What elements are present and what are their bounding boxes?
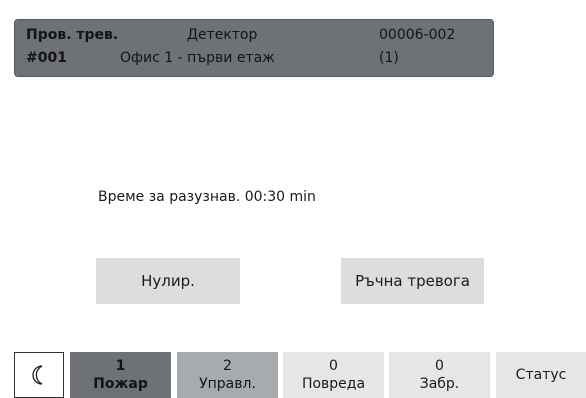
tab-disabled[interactable]: 0 Забр. — [389, 352, 490, 398]
tab-fault-label: Повреда — [301, 376, 366, 392]
tab-status-label: Статус — [515, 367, 567, 383]
tab-fire[interactable]: 1 Пожар — [70, 352, 171, 398]
device-address: 00006-002 — [379, 27, 456, 43]
tab-fault-count: 0 — [329, 358, 338, 374]
device-location: Офис 1 - първи етаж — [120, 50, 275, 66]
tab-disabled-count: 0 — [435, 358, 444, 374]
tab-control-count: 2 — [223, 358, 232, 374]
alarm-count: (1) — [379, 50, 399, 66]
investigation-timer: Време за разузнав. 00:30 min — [98, 189, 316, 205]
alarm-header-panel: Пров. трев. Детектор 00006-002 #001 Офис… — [14, 19, 494, 77]
alarm-number: #001 — [26, 50, 67, 66]
moon-icon — [32, 365, 43, 385]
tab-fire-label: Пожар — [93, 376, 148, 392]
tab-fault[interactable]: 0 Повреда — [283, 352, 384, 398]
tab-fire-count: 1 — [115, 358, 126, 374]
bottom-tab-bar: 1 Пожар 2 Управл. 0 Повреда 0 Забр. Стат… — [0, 350, 586, 398]
tab-control[interactable]: 2 Управл. — [177, 352, 278, 398]
tab-disabled-label: Забр. — [419, 376, 460, 392]
device-type: Детектор — [187, 27, 258, 43]
manual-alarm-button[interactable]: Ръчна тревога — [341, 258, 484, 304]
tab-status[interactable]: Статус — [496, 352, 586, 398]
tab-control-label: Управл. — [199, 376, 256, 392]
night-mode-button[interactable] — [14, 352, 64, 398]
alarm-status: Пров. трев. — [26, 27, 119, 43]
reset-button[interactable]: Нулир. — [96, 258, 240, 304]
